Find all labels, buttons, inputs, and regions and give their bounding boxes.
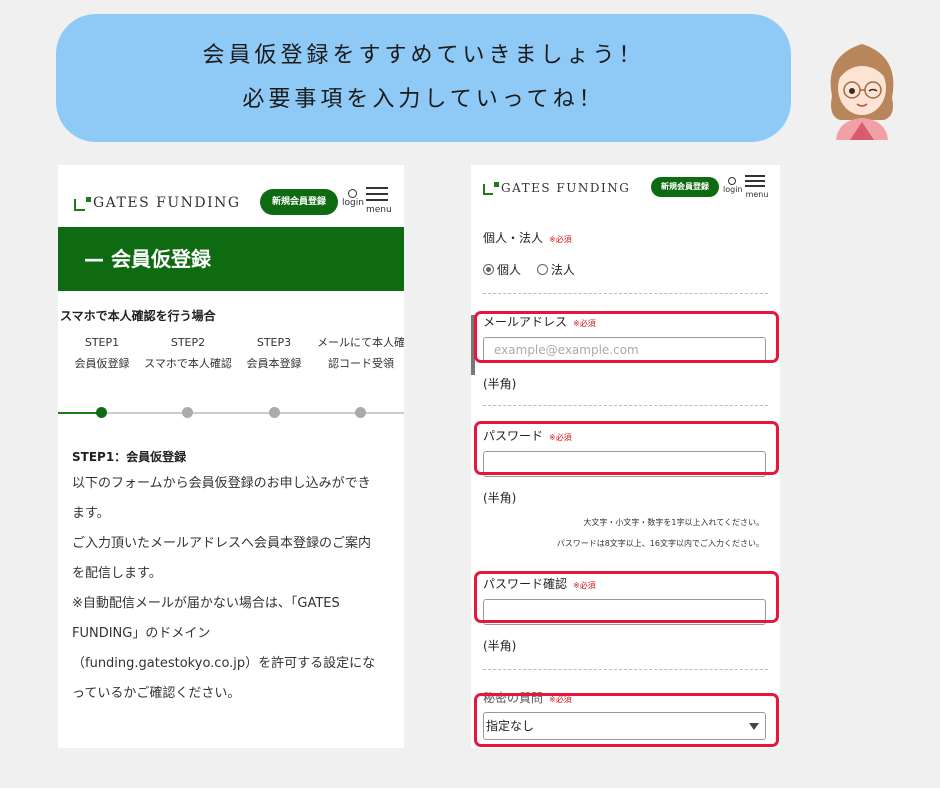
site-logo[interactable]: GATES FUNDING: [483, 181, 630, 195]
step-1: STEP1 会員仮登録: [58, 332, 147, 374]
register-button[interactable]: 新規会員登録: [651, 177, 719, 197]
speech-bubble: 会員仮登録をすすめていきましょう！ 必要事項を入力していってね！: [56, 14, 791, 142]
menu-label: menu: [745, 190, 769, 199]
step-dot: [355, 407, 366, 418]
step-label: スマホで本人確認: [144, 357, 232, 370]
steps-heading: スマホで本人確認を行う場合: [60, 309, 216, 323]
radio-individual[interactable]: 個人: [483, 263, 521, 277]
password-confirm-highlight: [474, 571, 779, 623]
step-label: 認コード受領: [328, 357, 394, 370]
step-dot-active: [96, 407, 107, 418]
type-radio-group: 個人 法人: [483, 261, 575, 278]
login-button[interactable]: login: [342, 189, 364, 208]
half-width-note: (半角): [483, 377, 517, 391]
step-progress: STEP1 会員仮登録 STEP2 スマホで本人確認 STEP3 会員本登録 メ…: [58, 324, 404, 444]
type-label: 個人・法人 ※必須: [483, 231, 572, 245]
secret-question-highlight: [474, 693, 779, 747]
half-width-note: (半角): [483, 639, 517, 653]
instruction-line: ※自動配信メールが届かない場合は、「GATES: [72, 596, 340, 611]
login-label: login: [723, 185, 743, 194]
section-heading: STEP1：会員仮登録: [72, 450, 187, 464]
progress-track: [58, 412, 404, 414]
login-label: login: [342, 198, 364, 208]
person-icon: [728, 177, 736, 185]
site-logo[interactable]: GATES FUNDING: [74, 195, 241, 211]
bubble-line-2: 必要事項を入力していってね！: [242, 87, 605, 112]
step-label: 会員本登録: [246, 357, 302, 370]
step-2: STEP2 スマホで本人確認: [143, 332, 233, 374]
menu-button[interactable]: menu: [366, 187, 392, 215]
step-number: メールにて本人確: [317, 336, 404, 349]
instruction-line: （funding.gatestokyo.co.jp）を許可する設定にな: [72, 656, 376, 671]
half-width-note: (半角): [483, 491, 517, 505]
hamburger-icon: [745, 175, 769, 187]
instruction-line: ご入力頂いたメールアドレスへ会員本登録のご案内: [72, 536, 372, 551]
left-phone-screenshot: GATES FUNDING 新規会員登録 login menu — 会員仮登録 …: [58, 165, 404, 748]
page-title: — 会員仮登録: [58, 227, 404, 291]
logo-mark-icon: [74, 197, 91, 211]
step-number: STEP3: [256, 336, 292, 349]
login-button[interactable]: login: [723, 177, 743, 194]
required-mark: ※必須: [549, 235, 572, 244]
email-highlight: [474, 311, 779, 363]
instruction-line: っているかご確認ください。: [72, 686, 241, 701]
password-rule-2: パスワードは8文字以上、16文字以内でご入力ください。: [556, 539, 764, 548]
menu-button[interactable]: menu: [745, 175, 769, 199]
step-4: メールにて本人確 認コード受領: [316, 332, 404, 374]
instruction-line: ます。: [72, 506, 110, 521]
step-dot: [269, 407, 280, 418]
radio-unchecked-icon: [536, 264, 548, 275]
right-phone-screenshot: GATES FUNDING 新規会員登録 login menu 個人・法人 ※必須…: [471, 165, 780, 748]
divider: [483, 293, 768, 294]
password-rule-1: 大文字・小文字・数字を1字以上入れてください。: [583, 518, 764, 527]
register-button[interactable]: 新規会員登録: [260, 189, 338, 215]
instructions: 以下のフォームから会員仮登録のお申し込みができ ます。 ご入力頂いたメールアドレ…: [58, 465, 404, 709]
instruction-line: 以下のフォームから会員仮登録のお申し込みができ: [72, 476, 371, 491]
menu-label: menu: [366, 205, 392, 215]
bubble-line-1: 会員仮登録をすすめていきましょう！: [202, 43, 645, 68]
step-label: 会員仮登録: [74, 357, 130, 370]
site-header: GATES FUNDING 新規会員登録 login menu: [58, 165, 404, 227]
hamburger-icon: [366, 187, 390, 201]
step-number: STEP1: [84, 336, 120, 349]
step-number: STEP2: [170, 336, 206, 349]
divider: [483, 405, 768, 406]
logo-text: GATES FUNDING: [93, 195, 241, 211]
instruction-line: を配信します。: [72, 566, 162, 581]
step-dot: [182, 407, 193, 418]
step-3: STEP3 会員本登録: [229, 332, 319, 374]
logo-mark-icon: [483, 182, 499, 195]
avatar: [830, 44, 894, 140]
person-icon: [347, 189, 357, 198]
radio-checked-icon: [483, 264, 494, 275]
password-highlight: [474, 421, 779, 475]
radio-corporate[interactable]: 法人: [536, 263, 575, 277]
site-header: GATES FUNDING 新規会員登録 login menu: [471, 165, 780, 227]
divider: [483, 669, 768, 670]
instruction-line: FUNDING」のドメイン: [72, 626, 211, 641]
logo-text: GATES FUNDING: [501, 181, 631, 195]
